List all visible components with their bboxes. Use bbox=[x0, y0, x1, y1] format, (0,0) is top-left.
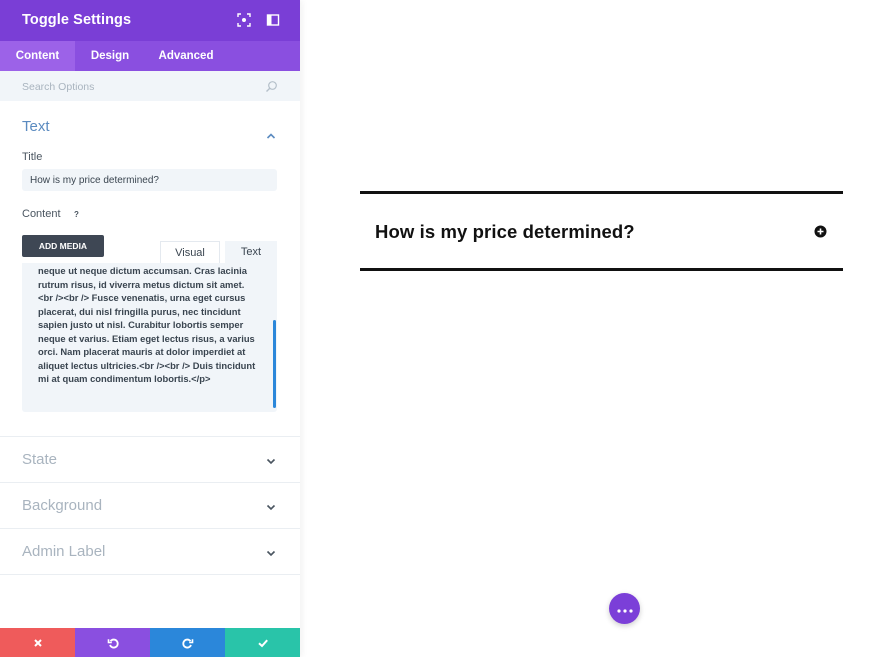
section-divider bbox=[0, 482, 300, 483]
content-field-label: Content bbox=[22, 208, 61, 220]
redo-icon bbox=[181, 637, 194, 649]
search-icon[interactable] bbox=[265, 80, 278, 93]
more-dots-icon bbox=[616, 601, 633, 616]
panel-tabs: Content Design Advanced bbox=[0, 41, 300, 71]
content-editor[interactable]: neque ut neque dictum accumsan. Cras lac… bbox=[22, 263, 277, 412]
panel-title: Toggle Settings bbox=[22, 12, 132, 28]
editor-tab-text[interactable]: Text bbox=[225, 241, 277, 263]
check-icon bbox=[257, 637, 269, 649]
section-text-toggle[interactable]: Text bbox=[22, 118, 50, 135]
chevron-up-icon[interactable] bbox=[266, 131, 276, 141]
panel-header: Toggle Settings bbox=[0, 0, 300, 41]
search-bar bbox=[0, 71, 300, 101]
help-icon[interactable]: ? bbox=[71, 209, 82, 220]
section-divider bbox=[0, 436, 300, 437]
focus-icon[interactable] bbox=[237, 13, 251, 27]
tab-content[interactable]: Content bbox=[0, 41, 75, 71]
more-options-button[interactable] bbox=[609, 593, 640, 624]
tab-advanced[interactable]: Advanced bbox=[150, 41, 222, 71]
section-background-toggle[interactable]: Background bbox=[22, 497, 102, 514]
settings-panel: Toggle Settings Content Design Advanced … bbox=[0, 0, 300, 657]
chevron-down-icon[interactable] bbox=[266, 502, 276, 512]
redo-button[interactable] bbox=[150, 628, 225, 657]
section-divider bbox=[0, 528, 300, 529]
section-admin-label-toggle[interactable]: Admin Label bbox=[22, 543, 105, 560]
tab-design[interactable]: Design bbox=[78, 41, 142, 71]
close-icon bbox=[32, 637, 44, 649]
toggle-title[interactable]: How is my price determined? bbox=[375, 221, 635, 243]
undo-icon bbox=[107, 637, 119, 649]
content-editor-text: neque ut neque dictum accumsan. Cras lac… bbox=[38, 265, 258, 384]
add-media-button[interactable]: ADD MEDIA bbox=[22, 235, 104, 257]
section-state-toggle[interactable]: State bbox=[22, 451, 57, 468]
chevron-down-icon[interactable] bbox=[266, 456, 276, 466]
editor-tab-visual[interactable]: Visual bbox=[160, 241, 220, 263]
toggle-module[interactable]: How is my price determined? bbox=[360, 191, 843, 271]
plus-circle-icon[interactable] bbox=[814, 225, 827, 238]
undo-button[interactable] bbox=[75, 628, 150, 657]
chevron-down-icon[interactable] bbox=[266, 548, 276, 558]
search-input[interactable] bbox=[22, 79, 252, 95]
sidebar-layout-icon[interactable] bbox=[266, 13, 280, 27]
title-field[interactable] bbox=[22, 169, 277, 191]
section-divider bbox=[0, 574, 300, 575]
save-button[interactable] bbox=[225, 628, 300, 657]
title-field-label: Title bbox=[22, 151, 43, 163]
editor-scrollbar[interactable] bbox=[273, 320, 276, 408]
panel-footer bbox=[0, 628, 300, 657]
discard-button[interactable] bbox=[0, 628, 75, 657]
app-root: Toggle Settings Content Design Advanced … bbox=[0, 0, 880, 657]
